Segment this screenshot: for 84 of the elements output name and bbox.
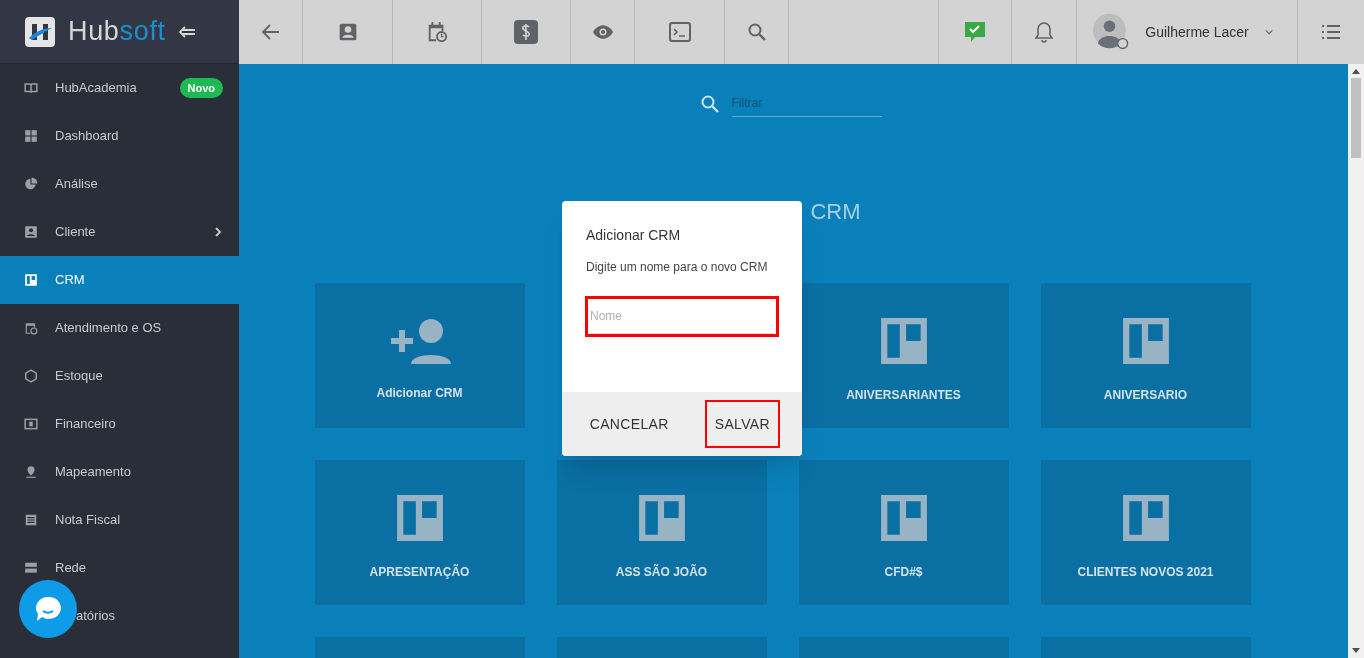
sidebar-label: Análise <box>55 175 99 194</box>
sidebar-item[interactable]: HubAcademia Novo <box>0 64 239 112</box>
contact-icon <box>337 22 358 42</box>
money-icon <box>24 417 38 431</box>
card-label: CLIENTES NOVOS 2021 <box>1077 563 1214 581</box>
grid-icon <box>24 129 38 143</box>
brand-name: Hubsoft <box>68 15 166 49</box>
chevron-down-icon <box>1264 29 1273 35</box>
dialog-title: Adicionar CRM <box>586 226 682 245</box>
chat-bubble-icon <box>33 594 63 624</box>
sidebar-item[interactable]: Análise <box>0 160 239 208</box>
scroll-down-icon[interactable] <box>1352 648 1360 654</box>
calendar-clock-icon <box>24 321 38 335</box>
sidebar-item[interactable]: atórios <box>0 592 239 640</box>
collapse-icon[interactable] <box>177 24 196 39</box>
board-icon <box>636 492 687 543</box>
logo-icon <box>24 15 56 48</box>
board-icon <box>878 315 929 366</box>
save-button[interactable]: SALVAR <box>704 400 780 448</box>
calendar-clock-icon <box>426 21 448 43</box>
book-icon <box>24 81 38 95</box>
dollar-icon <box>514 20 538 44</box>
sidebar-label: Rede <box>55 559 88 578</box>
add-user-icon <box>388 317 451 364</box>
card-label: ASS SÃO JOÃO <box>615 563 708 581</box>
board-icon <box>394 492 445 543</box>
sidebar-item[interactable]: Mapeamento <box>0 448 239 496</box>
box-icon <box>24 369 38 383</box>
sidebar-label: Atendimento e OS <box>55 319 163 338</box>
scrollbar[interactable] <box>1348 64 1364 658</box>
sidebar-label: Dashboard <box>55 127 120 146</box>
sidebar-label: Nota Fiscal <box>55 511 122 530</box>
page-heading: CRM <box>810 198 861 226</box>
new-badge: Novo <box>179 77 223 99</box>
sidebar-label: Estoque <box>55 367 104 386</box>
filter-field[interactable]: Filtrar <box>699 90 882 117</box>
arrow-left-icon <box>260 22 281 42</box>
cancel-button[interactable]: CANCELAR <box>579 400 679 448</box>
board-icon <box>878 492 929 543</box>
terminal-icon <box>668 22 691 42</box>
name-field[interactable]: Nome <box>585 296 779 337</box>
sidebar-item[interactable]: Financeiro <box>0 400 239 448</box>
list-icon <box>1321 24 1341 40</box>
crm-card[interactable]: CLIENTES NOVOS 2021 <box>1040 460 1251 605</box>
crm-card[interactable]: ASS SÃO JOÃO <box>556 460 767 605</box>
card-label: Adicionar CRM <box>376 384 463 402</box>
scroll-thumb[interactable] <box>1351 78 1361 158</box>
crm-card[interactable]: APRESENTAÇÃO <box>314 460 525 605</box>
sidebar-label: CRM <box>55 271 86 290</box>
board-icon <box>24 273 38 287</box>
card-label: CFD#$ <box>884 563 923 581</box>
bell-icon <box>1035 21 1053 43</box>
document-icon <box>24 513 38 527</box>
crm-card[interactable]: Adicionar CRM <box>314 283 525 428</box>
board-icon <box>1120 315 1171 366</box>
scroll-up-icon[interactable] <box>1352 68 1360 74</box>
board-icon <box>1120 492 1171 543</box>
chat-check-icon <box>964 21 986 43</box>
crm-card[interactable]: CFD#$ <box>798 460 1009 605</box>
sidebar-label: HubAcademia <box>55 79 138 98</box>
search-icon <box>746 22 767 42</box>
server-icon <box>24 561 38 575</box>
sidebar-item[interactable]: Cliente <box>0 208 239 256</box>
sidebar-item[interactable]: Rede <box>0 544 239 592</box>
sidebar-item[interactable]: Atendimento e OS <box>0 304 239 352</box>
sidebar-label: atórios <box>76 607 117 626</box>
eye-icon <box>591 24 614 40</box>
pie-chart-icon <box>24 177 38 191</box>
map-pin-icon <box>24 465 38 479</box>
sidebar-item[interactable]: Dashboard <box>0 112 239 160</box>
card-label: ANIVERSARIO <box>1103 386 1188 404</box>
card-label: APRESENTAÇÃO <box>369 563 470 581</box>
sidebar-item[interactable]: Estoque <box>0 352 239 400</box>
contact-icon <box>24 225 38 239</box>
sidebar-label: Cliente <box>55 223 97 242</box>
search-icon <box>699 93 720 114</box>
sidebar-label: Financeiro <box>55 415 117 434</box>
crm-card[interactable]: ANIVERSARIO <box>1040 283 1251 428</box>
dialog-message: Digite um nome para o novo CRM <box>586 259 769 276</box>
user-menu[interactable]: Guilherme Lacer <box>1077 0 1298 64</box>
sidebar-item[interactable]: Nota Fiscal <box>0 496 239 544</box>
sidebar-item[interactable]: CRM <box>0 256 239 304</box>
card-label: ANIVERSARIANTES <box>846 386 961 404</box>
sidebar-label: Mapeamento <box>55 463 132 482</box>
